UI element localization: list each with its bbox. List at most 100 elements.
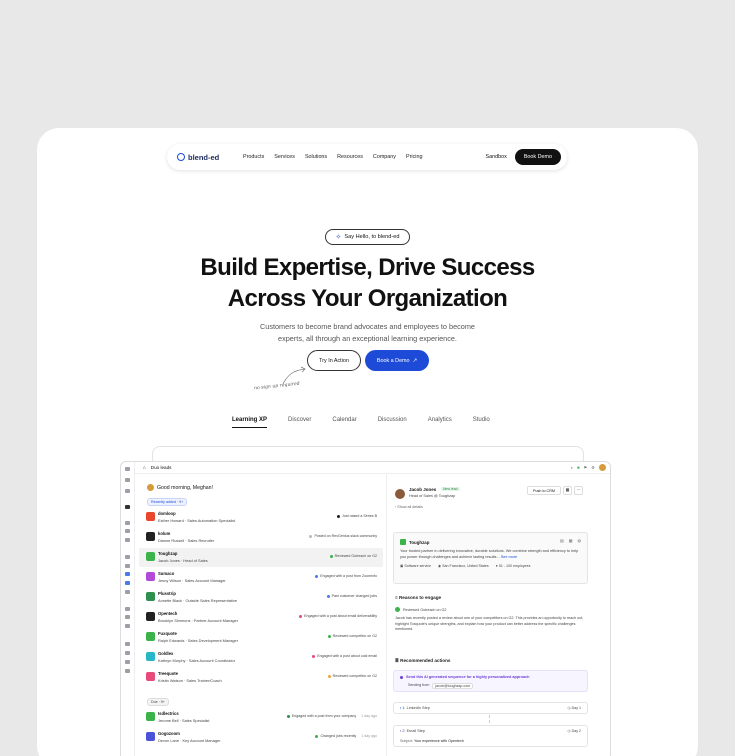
status-dot	[337, 514, 341, 518]
company-logo-icon	[146, 652, 155, 661]
building-icon: ▣	[400, 564, 404, 568]
inbox-icon[interactable]	[125, 467, 130, 471]
nav-link-pricing[interactable]: Pricing	[406, 154, 422, 160]
lead-detail-panel: Jacob Jones New lead Head of Sales @ Tou…	[387, 474, 610, 756]
link-icon[interactable]	[125, 615, 130, 619]
filter-icon[interactable]	[125, 651, 130, 655]
try-in-action-button[interactable]: Try In Action	[307, 350, 361, 371]
lead-row[interactable]: Plusstrip Annette Black · Outside Sales …	[139, 588, 383, 607]
nav-link-services[interactable]: Services	[274, 154, 295, 160]
step-connector	[489, 715, 490, 723]
plus-icon[interactable]	[125, 478, 130, 482]
tab-learning-xp[interactable]: Learning XP	[232, 417, 268, 428]
book-demo-button[interactable]: Book Demo	[514, 149, 561, 165]
reason-text: Jacob has recently posted a review about…	[395, 616, 584, 632]
flag-icon[interactable]: ⚑	[583, 465, 587, 470]
bookmark-icon[interactable]	[125, 529, 130, 533]
company-logo-icon	[146, 612, 155, 621]
lightning-icon[interactable]	[125, 642, 130, 646]
settings-icon[interactable]: ⚙	[591, 465, 595, 470]
document-icon[interactable]: ▤	[560, 538, 564, 543]
company-logo-icon	[146, 732, 155, 741]
status-dot	[286, 714, 290, 718]
arrow-up-right-icon: ↗	[412, 357, 418, 364]
company-logo-icon	[146, 672, 155, 681]
icon-rail	[121, 462, 135, 756]
search-icon[interactable]	[125, 521, 130, 525]
status-dot	[309, 534, 313, 538]
calendar-icon[interactable]: ▦	[569, 538, 573, 543]
search-icon[interactable]: ⌕	[571, 465, 573, 470]
tab-studio[interactable]: Studio	[473, 417, 490, 428]
brand-logo[interactable]: blend-ed	[177, 153, 243, 162]
hero-card: blend-ed Products Services Solutions Res…	[37, 128, 698, 756]
lead-row-selected[interactable]: Toughzap Jacob Jones · Head of Sales Rev…	[139, 548, 383, 567]
tab-discussion[interactable]: Discussion	[378, 417, 407, 428]
lead-row[interactable]: Treequote Kristin Watson · Sales Trainer…	[139, 668, 383, 687]
document-icon[interactable]	[125, 590, 130, 594]
lead-row[interactable]: domloop Esther Howard · Sales Automation…	[139, 508, 383, 527]
actions-heading: ≣ Recommended actions	[395, 658, 451, 663]
nav-link-company[interactable]: Company	[373, 154, 396, 160]
tab-analytics[interactable]: Analytics	[428, 417, 452, 428]
say-hello-pill[interactable]: ✧ Say Hello, to blend-ed	[325, 229, 410, 245]
sending-from-field[interactable]: jacob@toughzap.com	[432, 683, 474, 689]
company-logo-icon	[146, 632, 155, 641]
phone-icon[interactable]	[125, 489, 130, 493]
tab-discover[interactable]: Discover	[288, 417, 311, 428]
notification-icon[interactable]: ■	[577, 465, 580, 470]
push-to-crm-button[interactable]: Push to CRM	[527, 486, 561, 495]
lead-role: Head of Sales @ Toughzap	[409, 494, 456, 498]
settings-icon[interactable]	[125, 564, 130, 568]
lead-row[interactable]: Gogozoom Devon Lane · Key Account Manage…	[139, 728, 383, 747]
nav-link-resources[interactable]: Resources	[337, 154, 363, 160]
lead-row[interactable]: Goldlex Kathryn Murphy · Sales Account C…	[139, 648, 383, 667]
chart-icon[interactable]	[125, 607, 130, 611]
nav-link-products[interactable]: Products	[243, 154, 264, 160]
clock-icon: ◷	[567, 729, 571, 733]
top-navbar: blend-ed Products Services Solutions Res…	[167, 144, 567, 170]
logo-icon	[177, 153, 185, 161]
company-logo-icon	[146, 572, 155, 581]
app-window: ⌂ Duo leads ⌕ ■ ⚑ ⚙ Good morning, Meghan…	[120, 461, 611, 756]
new-lead-badge: New lead	[441, 487, 460, 491]
lead-row[interactable]: kolum Dianne Russell · Sales Recruiter P…	[139, 528, 383, 547]
show-details-link[interactable]: › Show all details	[395, 505, 423, 509]
calendar-icon[interactable]: ▦	[563, 486, 572, 495]
email-step[interactable]: ▪ 2. Email Step ◷ Day 2 Subject: Your ex…	[393, 725, 588, 747]
company-card: Toughzap ▤ ▦ ◍ Your trusted partner in d…	[393, 532, 588, 584]
app-topbar: ⌂ Duo leads ⌕ ■ ⚑ ⚙	[135, 462, 610, 474]
sandbox-link[interactable]: Sandbox	[486, 154, 507, 160]
tools-icon[interactable]	[125, 669, 130, 673]
lead-row[interactable]: Opentech Brooklyn Simmons · Partner Acco…	[139, 608, 383, 627]
reason-item: Reviewed Outreach on G2	[395, 607, 446, 612]
badge-icon[interactable]	[125, 572, 130, 576]
lead-row[interactable]: Sumaco Jenny Wilson · Sales Account Mana…	[139, 568, 383, 587]
lead-row[interactable]: Isdlectrics Jerome Bell · Sales Speciali…	[139, 708, 383, 727]
status-dot	[326, 594, 330, 598]
home-icon[interactable]: ⌂	[143, 465, 146, 470]
lead-row[interactable]: Fuxquote Ralph Edwards · Sales Developme…	[139, 628, 383, 647]
send-icon[interactable]	[125, 555, 130, 559]
list-icon: ≡	[395, 595, 398, 600]
linkedin-step[interactable]: ▪ 1. LinkedIn Step ◷ Day 1	[393, 702, 588, 714]
recently-added-chip[interactable]: Recently added · 9+	[147, 498, 188, 506]
home-icon[interactable]	[125, 505, 130, 509]
feature-tabs: Learning XP Discover Calendar Discussion…	[232, 417, 490, 428]
status-dot	[327, 674, 331, 678]
list-icon[interactable]	[125, 538, 130, 542]
nav-link-solutions[interactable]: Solutions	[305, 154, 327, 160]
book-a-demo-button[interactable]: Book a Demo ↗	[365, 350, 429, 371]
share-icon[interactable]	[125, 660, 130, 664]
user-avatar[interactable]	[599, 464, 606, 471]
calendar-icon[interactable]	[125, 624, 130, 628]
more-icon[interactable]: ⋯	[574, 486, 583, 495]
tab-calendar[interactable]: Calendar	[332, 417, 356, 428]
globe-icon[interactable]: ◍	[578, 538, 582, 543]
see-more-link[interactable]: See more	[501, 555, 517, 559]
due-chip[interactable]: Due · 9+	[147, 698, 169, 706]
ai-sequence-card[interactable]: Send this AI generated sequence for a hi…	[393, 670, 588, 692]
sparkle-icon	[400, 675, 403, 679]
notification-icon[interactable]	[125, 581, 130, 585]
company-logo-icon	[146, 552, 155, 561]
